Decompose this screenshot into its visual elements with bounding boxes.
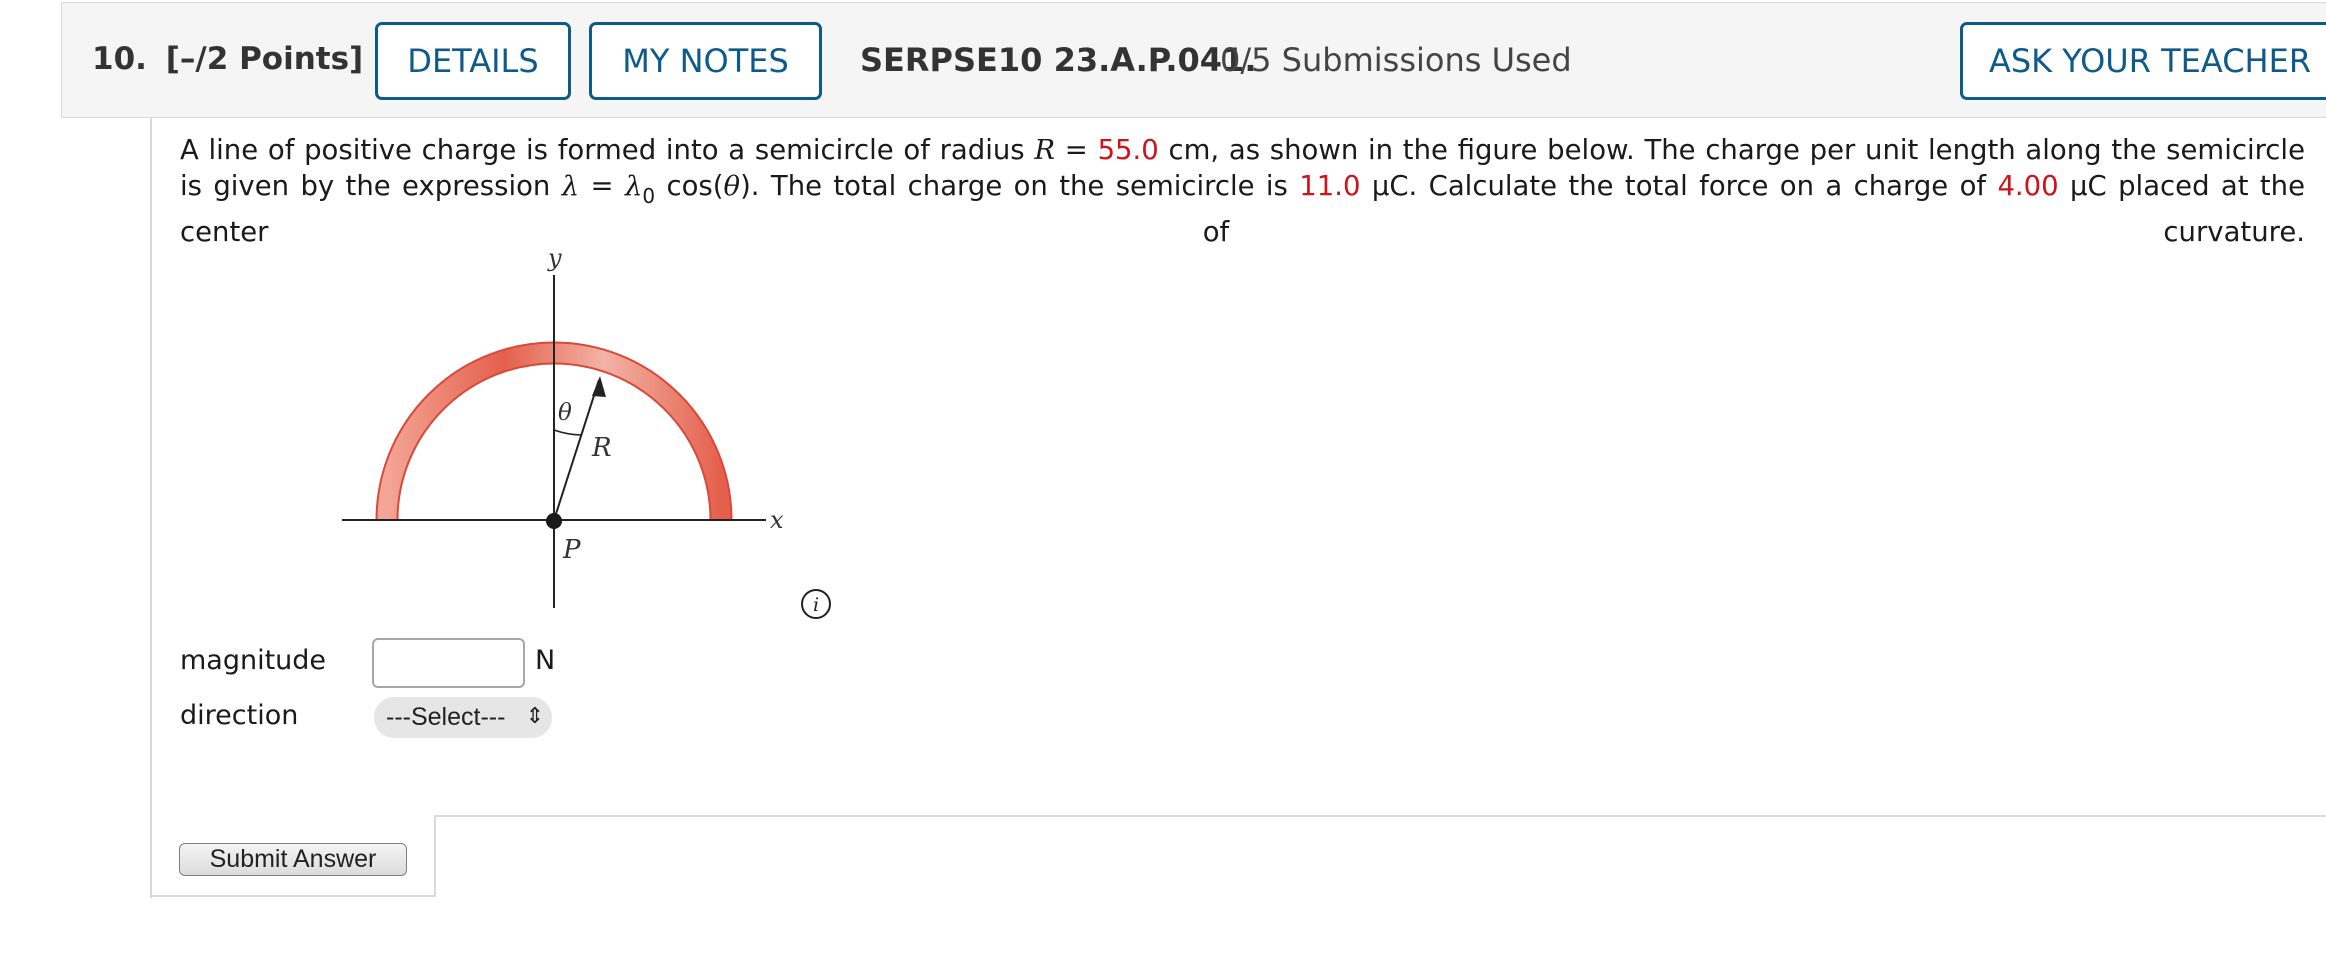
- problem-text: μC. Calculate the total force on a charg…: [1360, 170, 1998, 202]
- direction-selected-value: ---Select---: [386, 703, 506, 731]
- x-axis-label: x: [770, 506, 784, 534]
- radius-value: 55.0: [1097, 134, 1159, 166]
- magnitude-unit: N: [535, 645, 556, 676]
- direction-label: direction: [180, 700, 299, 731]
- radius-label: R: [591, 433, 612, 463]
- question-header: 10. [–/2 Points] DETAILS MY NOTES SERPSE…: [61, 2, 2326, 118]
- theta-arc: [553, 429, 582, 436]
- my-notes-button[interactable]: MY NOTES: [589, 22, 822, 100]
- point-charge-value: 4.00: [1997, 170, 2059, 202]
- divider: [150, 895, 436, 897]
- problem-text: =: [579, 170, 625, 202]
- variable-theta: θ: [723, 170, 741, 202]
- direction-select[interactable]: ---Select--- ⇕: [374, 697, 552, 738]
- semicircle-figure: y x θ R P: [342, 244, 784, 608]
- points-label: [–/2 Points]: [165, 41, 364, 77]
- ask-your-teacher-button[interactable]: ASK YOUR TEACHER: [1960, 22, 2326, 100]
- problem-text: ). The total charge on the semicircle is: [740, 170, 1300, 202]
- radius-arrowhead: [592, 376, 606, 397]
- select-chevron-icon: ⇕: [525, 703, 544, 728]
- submissions-count: 0/5 Submissions Used: [1220, 41, 1572, 79]
- question-id: SERPSE10 23.A.P.041.: [860, 41, 1257, 79]
- info-circle-icon[interactable]: i: [799, 587, 833, 621]
- variable-lambda: λ: [561, 170, 580, 202]
- problem-statement: A line of positive charge is formed into…: [180, 132, 2305, 250]
- magnitude-label: magnitude: [180, 645, 327, 676]
- y-axis-label: y: [547, 244, 562, 272]
- point-p: [546, 513, 562, 529]
- divider: [434, 815, 436, 897]
- total-charge-value: 11.0: [1299, 170, 1361, 202]
- problem-text: by the expression: [300, 170, 562, 202]
- magnitude-input[interactable]: [372, 638, 525, 688]
- variable-lambda0: λ: [624, 170, 643, 202]
- question-number: 10. [–/2 Points]: [92, 41, 363, 77]
- subscript-zero: 0: [642, 184, 656, 208]
- question-number-text: 10.: [92, 41, 147, 77]
- theta-label: θ: [558, 400, 572, 426]
- point-p-label: P: [562, 535, 581, 565]
- divider: [434, 815, 2326, 817]
- problem-text: A line of positive charge is formed into…: [180, 134, 1035, 166]
- problem-text: cos(: [655, 170, 724, 202]
- submit-answer-button[interactable]: Submit Answer: [179, 843, 407, 876]
- variable-r: R: [1034, 134, 1056, 166]
- details-button[interactable]: DETAILS: [375, 22, 571, 100]
- problem-text: =: [1055, 134, 1098, 166]
- svg-text:i: i: [813, 594, 819, 616]
